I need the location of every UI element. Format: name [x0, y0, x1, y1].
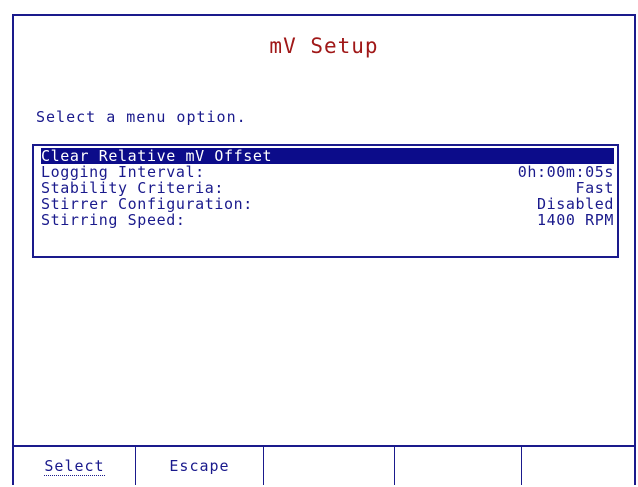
softkey-4[interactable]	[395, 447, 522, 485]
softkey-bar: Select Escape	[14, 445, 634, 485]
menu-item-stirring-speed[interactable]: Stirring Speed: 1400 RPM	[41, 212, 614, 228]
softkey-3[interactable]	[264, 447, 395, 485]
menu-item-label: Stirrer Configuration:	[41, 195, 253, 213]
menu-item-label: Stirring Speed:	[41, 211, 186, 229]
meter-screen: mV Setup Select a menu option. Clear Rel…	[12, 14, 636, 485]
menu-item-label: Stability Criteria:	[41, 179, 224, 197]
menu-item-value: Disabled	[536, 195, 614, 213]
menu-list: Clear Relative mV Offset Logging Interva…	[32, 144, 619, 258]
softkey-5[interactable]	[522, 447, 634, 485]
screen-title: mV Setup	[269, 34, 379, 58]
menu-item-value: Fast	[575, 179, 614, 197]
menu-item-label: Clear Relative mV Offset	[41, 147, 273, 165]
softkey-escape[interactable]: Escape	[136, 447, 264, 485]
softkey-select[interactable]: Select	[14, 447, 136, 485]
softkey-label: Select	[44, 456, 105, 476]
menu-item-value: 0h:00m:05s	[517, 163, 614, 181]
menu-item-stability-criteria[interactable]: Stability Criteria: Fast	[41, 180, 614, 196]
menu-prompt: Select a menu option.	[36, 108, 247, 126]
menu-item-logging-interval[interactable]: Logging Interval: 0h:00m:05s	[41, 164, 614, 180]
softkey-label: Escape	[169, 457, 230, 475]
menu-item-value: 1400 RPM	[536, 211, 614, 229]
menu-item-clear-relative-mv-offset[interactable]: Clear Relative mV Offset	[41, 148, 614, 164]
menu-item-label: Logging Interval:	[41, 163, 205, 181]
menu-item-stirrer-configuration[interactable]: Stirrer Configuration: Disabled	[41, 196, 614, 212]
